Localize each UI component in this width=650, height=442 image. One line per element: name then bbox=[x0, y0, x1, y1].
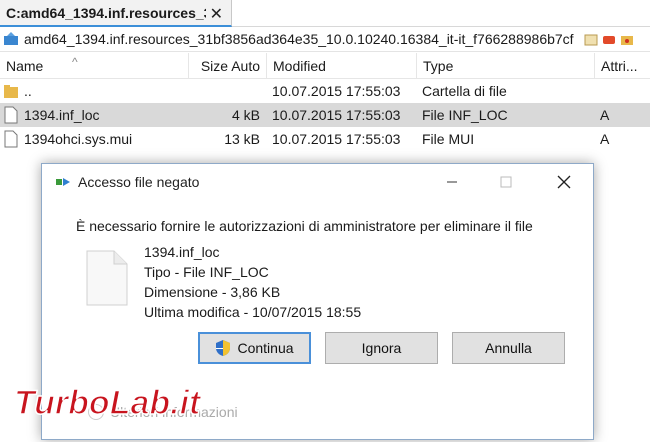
uac-shield-icon bbox=[215, 339, 231, 357]
document-icon bbox=[86, 250, 128, 306]
ignore-button[interactable]: Ignora bbox=[325, 332, 438, 364]
minimize-icon[interactable] bbox=[440, 170, 464, 194]
copy-path-icon[interactable] bbox=[584, 33, 598, 46]
file-name: .. bbox=[24, 83, 32, 99]
maximize-icon bbox=[494, 170, 518, 194]
info-file-type: Tipo - File INF_LOC bbox=[144, 264, 269, 280]
file-modified: 10.07.2015 17:55:03 bbox=[272, 107, 401, 123]
list-item[interactable]: 1394ohci.sys.mui 13 kB 10.07.2015 17:55:… bbox=[0, 127, 650, 151]
column-modified[interactable]: Modified bbox=[266, 53, 416, 79]
cancel-button[interactable]: Annulla bbox=[452, 332, 565, 364]
file-modified: 10.07.2015 17:55:03 bbox=[272, 83, 401, 99]
tab-current-folder[interactable]: C:amd64_1394.inf.resources_3 ✕ bbox=[0, 0, 232, 27]
column-type[interactable]: Type bbox=[416, 53, 594, 79]
move-file-icon bbox=[56, 175, 74, 189]
file-list: Name ^ Size Auto Modified Type Attri... … bbox=[0, 53, 650, 151]
file-type: File MUI bbox=[422, 131, 475, 147]
dialog-message: È necessario fornire le autorizzazioni d… bbox=[76, 218, 533, 234]
file-name: 1394.inf_loc bbox=[24, 107, 100, 123]
column-size[interactable]: Size Auto bbox=[188, 53, 266, 79]
folder-star-icon[interactable] bbox=[620, 33, 634, 45]
info-file-size: Dimensione - 3,86 KB bbox=[144, 284, 281, 300]
path-bar[interactable]: amd64_1394.inf.resources_31bf3856ad364e3… bbox=[0, 27, 650, 52]
tab-title: C:amd64_1394.inf.resources_3 bbox=[6, 4, 206, 21]
file-info: 1394.inf_loc Tipo - File INF_LOC Dimensi… bbox=[144, 242, 361, 322]
continue-label: Continua bbox=[237, 340, 294, 356]
path-text[interactable]: amd64_1394.inf.resources_31bf3856ad364e3… bbox=[24, 31, 580, 47]
list-item-selected[interactable]: 1394.inf_loc 4 kB 10.07.2015 17:55:03 Fi… bbox=[0, 103, 650, 127]
folder-icon bbox=[4, 82, 18, 100]
info-file-name: 1394.inf_loc bbox=[144, 244, 220, 260]
close-tab-icon[interactable]: ✕ bbox=[210, 4, 223, 24]
column-headers: Name ^ Size Auto Modified Type Attri... bbox=[0, 53, 650, 79]
file-icon bbox=[4, 106, 18, 124]
file-attributes: A bbox=[600, 131, 610, 147]
record-icon[interactable] bbox=[602, 33, 616, 45]
dialog-title: Accesso file negato bbox=[78, 174, 200, 190]
dialog-titlebar[interactable]: Accesso file negato bbox=[42, 164, 593, 200]
list-item-parent[interactable]: .. 10.07.2015 17:55:03 Cartella di file bbox=[0, 79, 650, 103]
column-name[interactable]: Name ^ bbox=[0, 53, 188, 79]
column-attributes[interactable]: Attri... bbox=[594, 53, 650, 79]
sort-ascending-icon: ^ bbox=[72, 55, 78, 69]
file-size: 4 kB bbox=[231, 107, 260, 123]
file-attributes: A bbox=[600, 107, 610, 123]
file-icon bbox=[4, 130, 18, 148]
close-icon[interactable] bbox=[552, 170, 576, 194]
continue-button[interactable]: Continua bbox=[198, 332, 311, 364]
turbolab-watermark-logo: TurboLab.it bbox=[10, 380, 250, 424]
file-type: File INF_LOC bbox=[422, 107, 508, 123]
file-name: 1394ohci.sys.mui bbox=[24, 131, 133, 147]
file-modified: 10.07.2015 17:55:03 bbox=[272, 131, 401, 147]
folder-up-icon[interactable] bbox=[2, 30, 20, 48]
file-size: 13 kB bbox=[224, 131, 260, 147]
tab-strip: C:amd64_1394.inf.resources_3 ✕ bbox=[0, 0, 650, 27]
svg-text:TurboLab.it: TurboLab.it bbox=[14, 384, 202, 422]
file-type: Cartella di file bbox=[422, 83, 507, 99]
info-file-modified: Ultima modifica - 10/07/2015 18:55 bbox=[144, 304, 362, 320]
